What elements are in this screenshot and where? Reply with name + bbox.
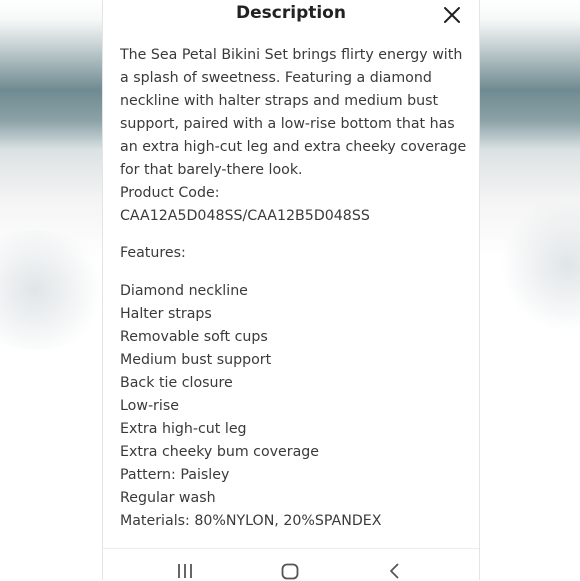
feature-item: Medium bust support	[120, 352, 272, 368]
system-navigation-bar	[103, 548, 479, 581]
product-code-value: CAA12A5D048SS/CAA12B5D048SS	[120, 208, 370, 224]
feature-item: Materials: 80%NYLON, 20%SPANDEX	[120, 513, 382, 529]
sheet-header: Description	[103, 0, 479, 36]
background-left	[0, 0, 110, 580]
feature-list: Diamond neckline Halter straps Removable…	[120, 280, 470, 533]
background-right	[478, 0, 580, 580]
description-text: The Sea Petal Bikini Set brings flirty e…	[120, 47, 467, 178]
sheet-title: Description	[236, 3, 346, 23]
feature-item: Extra cheeky bum coverage	[120, 444, 320, 460]
description-content: The Sea Petal Bikini Set brings flirty e…	[120, 44, 470, 533]
recent-apps-icon[interactable]	[177, 563, 193, 579]
product-code-label: Product Code:	[120, 185, 220, 201]
description-sheet: Description The Sea Petal Bikini Set bri…	[102, 0, 480, 581]
feature-item: Pattern: Paisley	[120, 467, 230, 483]
back-icon[interactable]	[389, 563, 401, 579]
features-label: Features:	[120, 245, 186, 261]
feature-item: Back tie closure	[120, 375, 233, 391]
feature-item: Halter straps	[120, 306, 212, 322]
feature-item: Diamond neckline	[120, 283, 248, 299]
feature-item: Extra high-cut leg	[120, 421, 247, 437]
home-icon[interactable]	[281, 563, 299, 580]
feature-item: Removable soft cups	[120, 329, 268, 345]
close-icon[interactable]	[443, 6, 461, 24]
feature-item: Low-rise	[120, 398, 179, 414]
feature-item: Regular wash	[120, 490, 216, 506]
